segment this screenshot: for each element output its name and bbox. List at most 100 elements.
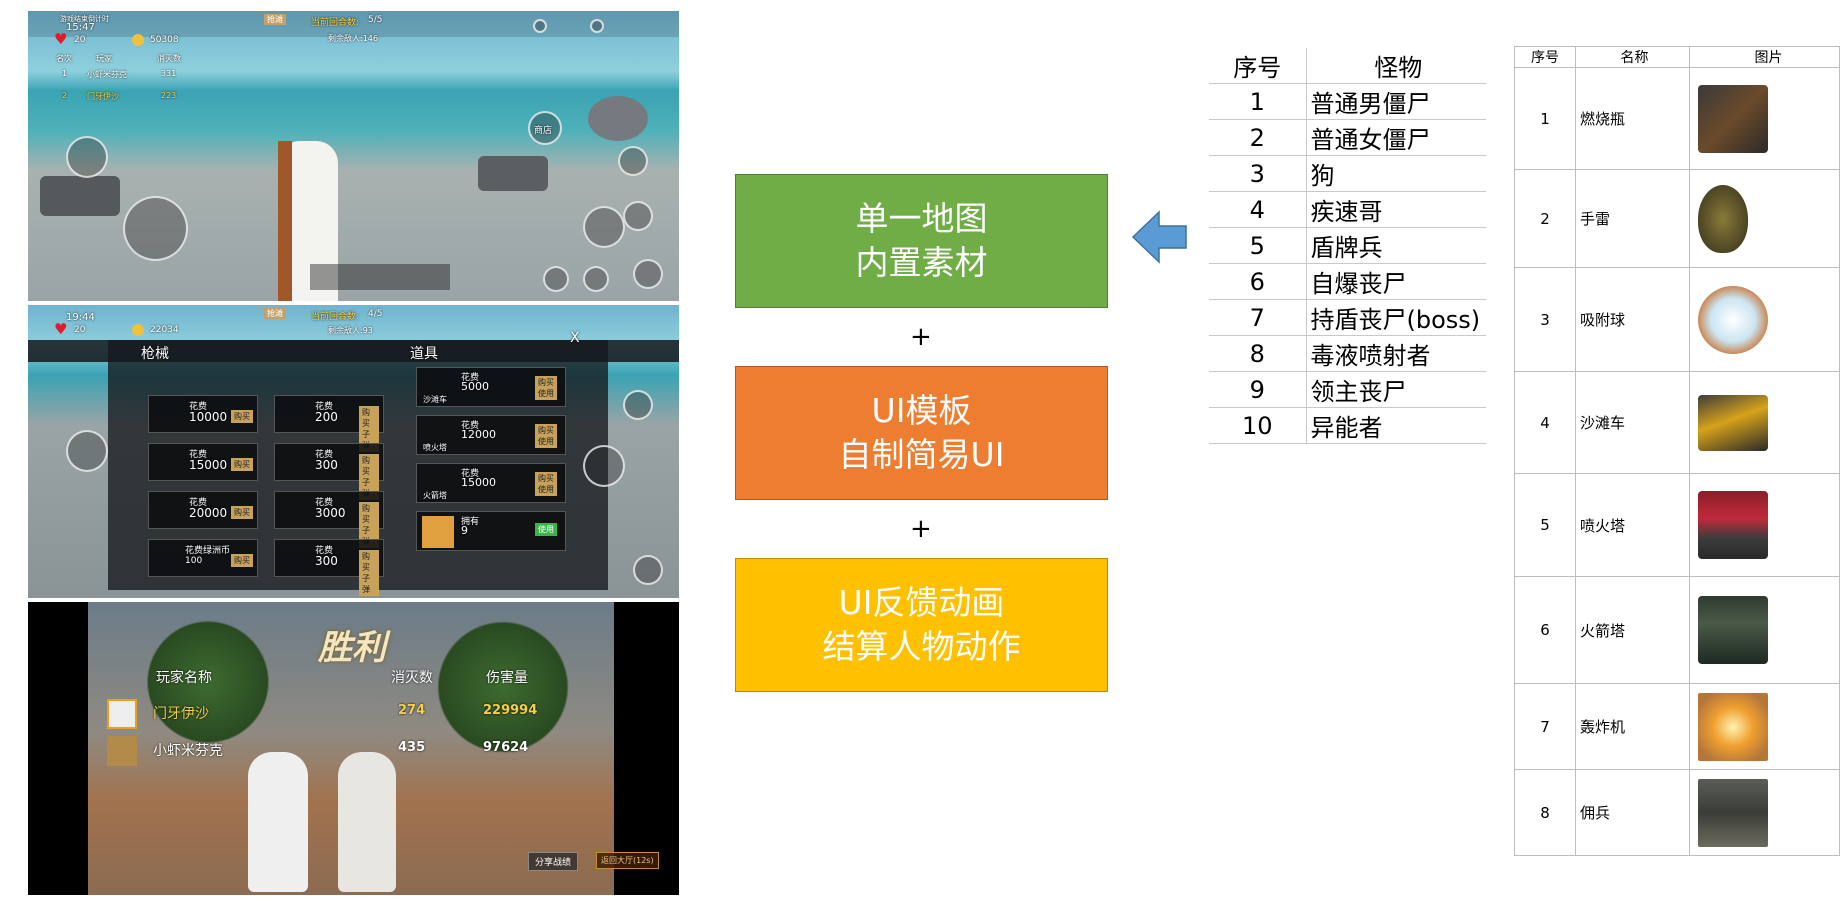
ammo-item[interactable]: 花费 3000 购买子弹 xyxy=(274,491,384,548)
shop-button[interactable]: 商店 xyxy=(528,111,562,145)
enemies-left: 剩余敌人:93 xyxy=(328,326,373,335)
table-row: 1 燃烧瓶 xyxy=(1514,67,1840,170)
melee-button[interactable] xyxy=(66,430,108,472)
monster-name: 持盾丧尸(boss) xyxy=(1306,299,1486,336)
result-name-header: 玩家名称 xyxy=(156,670,212,686)
buy-use-button: 购买使用 xyxy=(535,424,557,448)
box-line: UI模板 xyxy=(871,391,972,430)
gun-item[interactable]: 花费 10000 购买 xyxy=(148,395,258,433)
victory-screenshot: 胜利 玩家名称 消灭数 伤害量 门牙伊沙 274 229994 小虾米芬克 43… xyxy=(28,602,679,895)
gear-icon[interactable] xyxy=(590,19,604,33)
gun-item[interactable]: 花费 15000 购买 xyxy=(148,443,258,481)
move-joystick[interactable] xyxy=(123,196,188,261)
settings-icon[interactable] xyxy=(533,19,547,33)
aim-button[interactable] xyxy=(623,390,653,420)
ammo-item[interactable]: 花费 300 购买子弹 xyxy=(274,539,384,596)
round-value: 4/5 xyxy=(368,309,383,319)
melee-button[interactable] xyxy=(66,136,108,178)
prop-item[interactable]: 喷火塔 花费 12000 购买使用 xyxy=(416,415,566,455)
buy-button: 购买 xyxy=(231,554,253,567)
avatar xyxy=(107,699,137,729)
item-no: 4 xyxy=(1514,371,1576,474)
feature-box-map: 单一地图 内置素材 xyxy=(735,174,1108,308)
coin-icon xyxy=(132,34,144,46)
item-header-no: 序号 xyxy=(1514,46,1576,68)
ammo-item[interactable]: 花费 300 购买子弹 xyxy=(274,443,384,500)
heart-icon: ♥ xyxy=(54,30,68,48)
monster-header-no: 序号 xyxy=(1209,48,1307,84)
item-no: 7 xyxy=(1514,683,1576,770)
sticky-ball-icon xyxy=(1698,285,1768,354)
scoreboard-row-kills: 331 xyxy=(161,69,177,78)
item-table: 序号 名称 图片 1 燃烧瓶 2 手雷 3 吸附球 4 沙滩车 5 喷火塔 6 … xyxy=(1514,46,1840,856)
hp-value: 20 xyxy=(74,325,86,335)
prop-item[interactable]: 沙滩车 花费 5000 购买使用 xyxy=(416,367,566,407)
gun-item[interactable]: 花费 20000 购买 xyxy=(148,491,258,529)
table-row: 8 毒液喷射者 xyxy=(1209,335,1486,372)
monster-no: 2 xyxy=(1209,119,1307,156)
result-row-kills: 435 xyxy=(398,740,426,755)
victory-title: 胜利 xyxy=(318,628,386,668)
bomber-icon xyxy=(1698,692,1768,761)
tab-guns[interactable]: 枪械 xyxy=(141,343,169,363)
table-row: 3 吸附球 xyxy=(1514,267,1840,372)
aim-button[interactable] xyxy=(618,146,648,176)
table-row: 4 沙滩车 xyxy=(1514,371,1840,474)
table-row: 1 普通男僵尸 xyxy=(1209,83,1486,120)
scoreboard-rank-header: 名次 xyxy=(56,54,72,63)
monster-no: 10 xyxy=(1209,407,1307,444)
molotov-icon xyxy=(1698,84,1768,153)
ammo-item[interactable]: 花费 200 购买子弹 xyxy=(274,395,384,452)
result-row-damage: 229994 xyxy=(483,703,538,718)
game-time: 15:47 xyxy=(66,22,95,33)
prop-item[interactable]: 拥有 9 使用 xyxy=(416,511,566,551)
jump-button[interactable] xyxy=(623,201,653,231)
prop-item[interactable]: 火箭塔 花费 15000 购买使用 xyxy=(416,463,566,503)
monster-header-name: 怪物 xyxy=(1306,48,1486,84)
buy-use-button: 购买使用 xyxy=(535,472,557,496)
fire-button[interactable] xyxy=(583,445,625,487)
result-damage-header: 伤害量 xyxy=(486,670,528,686)
item-name: 燃烧瓶 xyxy=(1575,67,1690,170)
gun-item[interactable]: 花费绿洲币 100 购买 xyxy=(148,539,258,577)
scoreboard-kills-header: 消灭数 xyxy=(157,54,181,63)
result-row-damage: 97624 xyxy=(483,740,529,755)
bomber-icon xyxy=(422,516,454,548)
monster-no: 1 xyxy=(1209,83,1307,120)
table-row: 9 领主丧尸 xyxy=(1209,371,1486,408)
table-row: 5 喷火塔 xyxy=(1514,473,1840,577)
item-no: 6 xyxy=(1514,576,1576,684)
buy-use-button: 购买使用 xyxy=(535,376,557,400)
table-row: 7 轰炸机 xyxy=(1514,683,1840,770)
buggy-vehicle xyxy=(478,156,548,191)
item-no: 3 xyxy=(1514,267,1576,372)
prone-button[interactable] xyxy=(633,259,663,289)
fire-button[interactable] xyxy=(583,206,625,248)
reload-button[interactable] xyxy=(543,266,569,292)
return-lobby-button[interactable]: 返回大厅(12s) xyxy=(596,852,659,869)
crouch-button[interactable] xyxy=(583,266,609,292)
buy-button: 购买 xyxy=(231,506,253,519)
rocket-launcher xyxy=(278,141,292,301)
item-name: 沙滩车 xyxy=(1575,371,1690,474)
item-name: 火箭塔 xyxy=(1575,576,1690,684)
close-button[interactable]: X xyxy=(570,330,580,346)
monster-name: 异能者 xyxy=(1306,407,1486,444)
shop-screenshot: 19:44 抢滩 当前回合数: 4/5 剩余敌人:93 ♥ 20 22034 枪… xyxy=(28,305,679,598)
scoreboard-player-header: 玩家 xyxy=(96,54,112,63)
tab-items[interactable]: 道具 xyxy=(410,343,438,363)
monster-name: 自爆丧尸 xyxy=(1306,263,1486,300)
monster-no: 6 xyxy=(1209,263,1307,300)
item-header-name: 名称 xyxy=(1575,46,1690,68)
result-kills-header: 消灭数 xyxy=(391,670,433,686)
prone-button[interactable] xyxy=(633,555,663,585)
table-row: 4 疾速哥 xyxy=(1209,191,1486,228)
weapon-slot[interactable] xyxy=(310,264,450,290)
item-no: 8 xyxy=(1514,769,1576,856)
monster-no: 7 xyxy=(1209,299,1307,336)
feature-box-ui: UI模板 自制简易UI xyxy=(735,366,1108,500)
mode-badge: 抢滩 xyxy=(264,308,286,319)
share-record-button[interactable]: 分享战绩 xyxy=(528,852,579,871)
result-row-kills: 274 xyxy=(398,703,426,718)
use-button: 使用 xyxy=(535,523,557,536)
